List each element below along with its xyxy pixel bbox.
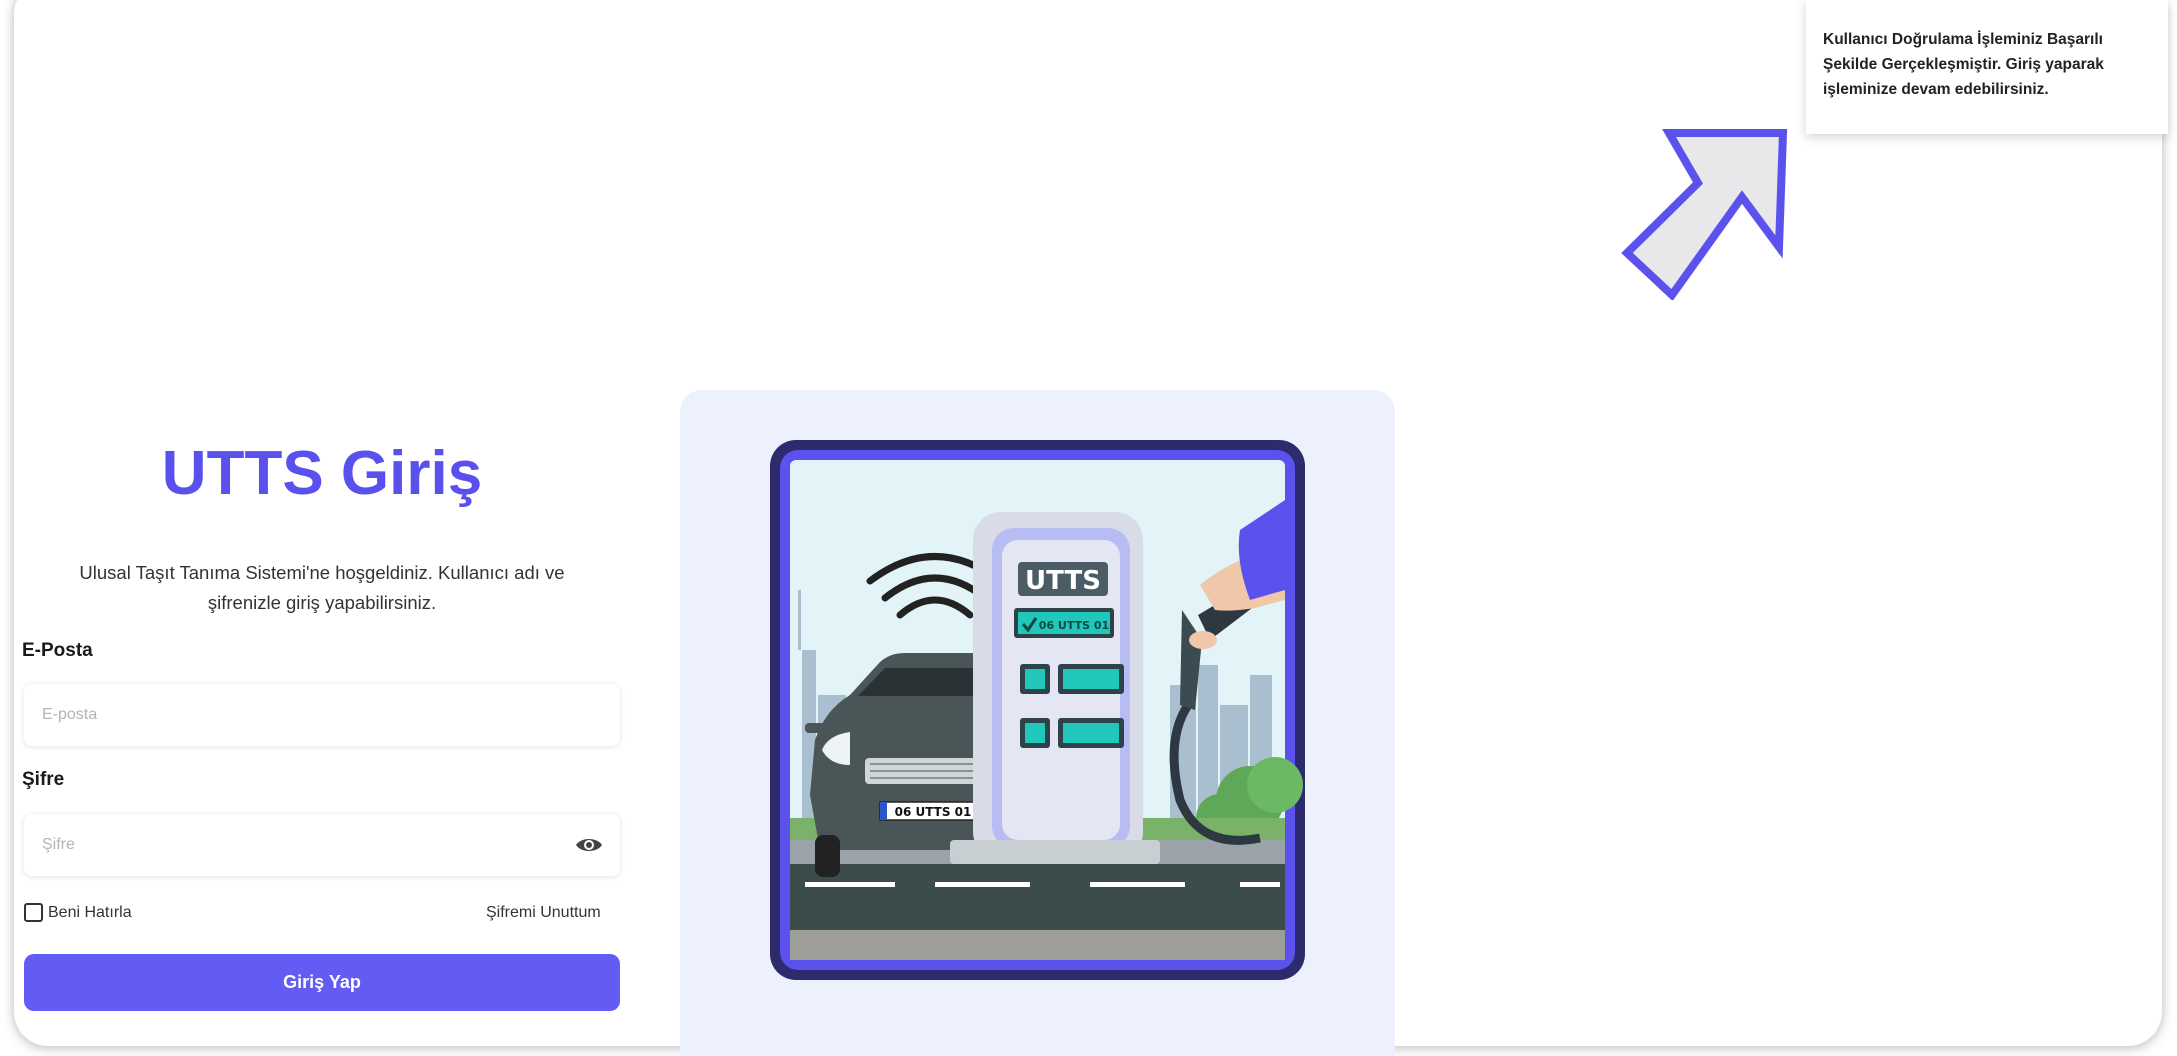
page-title: UTTS Giriş bbox=[161, 439, 483, 508]
password-input[interactable] bbox=[40, 835, 574, 855]
fuel-station-illustration: 06 UTTS 01 UTTS 06 UTTS 01 bbox=[770, 440, 1305, 980]
email-label: E-Posta bbox=[22, 640, 93, 661]
car-plate-text: 06 UTTS 01 bbox=[895, 805, 972, 819]
eye-icon[interactable] bbox=[574, 834, 604, 856]
remember-checkbox[interactable] bbox=[24, 903, 43, 922]
email-input[interactable] bbox=[40, 705, 604, 725]
login-button[interactable]: Giriş Yap bbox=[24, 954, 620, 1011]
welcome-text: Ulusal Taşıt Tanıma Sistemi'ne hoşgeldin… bbox=[79, 562, 565, 613]
illustration-panel: 06 UTTS 01 UTTS 06 UTTS 01 bbox=[680, 390, 1395, 1056]
success-toast: Kullanıcı Doğrulama İşleminiz Başarılı Ş… bbox=[1806, 0, 2168, 134]
remember-me[interactable]: Beni Hatırla bbox=[24, 903, 132, 922]
remember-label: Beni Hatırla bbox=[48, 903, 132, 921]
password-field-wrapper bbox=[24, 814, 620, 876]
station-label-text: UTTS bbox=[1025, 566, 1101, 596]
forgot-password-link[interactable]: Şifremi Unuttum bbox=[486, 904, 601, 922]
screen-plate-text: 06 UTTS 01 bbox=[1039, 619, 1109, 632]
arrow-up-right-icon bbox=[1621, 129, 1788, 300]
password-label: Şifre bbox=[22, 769, 65, 790]
email-field-wrapper bbox=[24, 684, 620, 746]
toast-message: Kullanıcı Doğrulama İşleminiz Başarılı Ş… bbox=[1823, 31, 2104, 98]
